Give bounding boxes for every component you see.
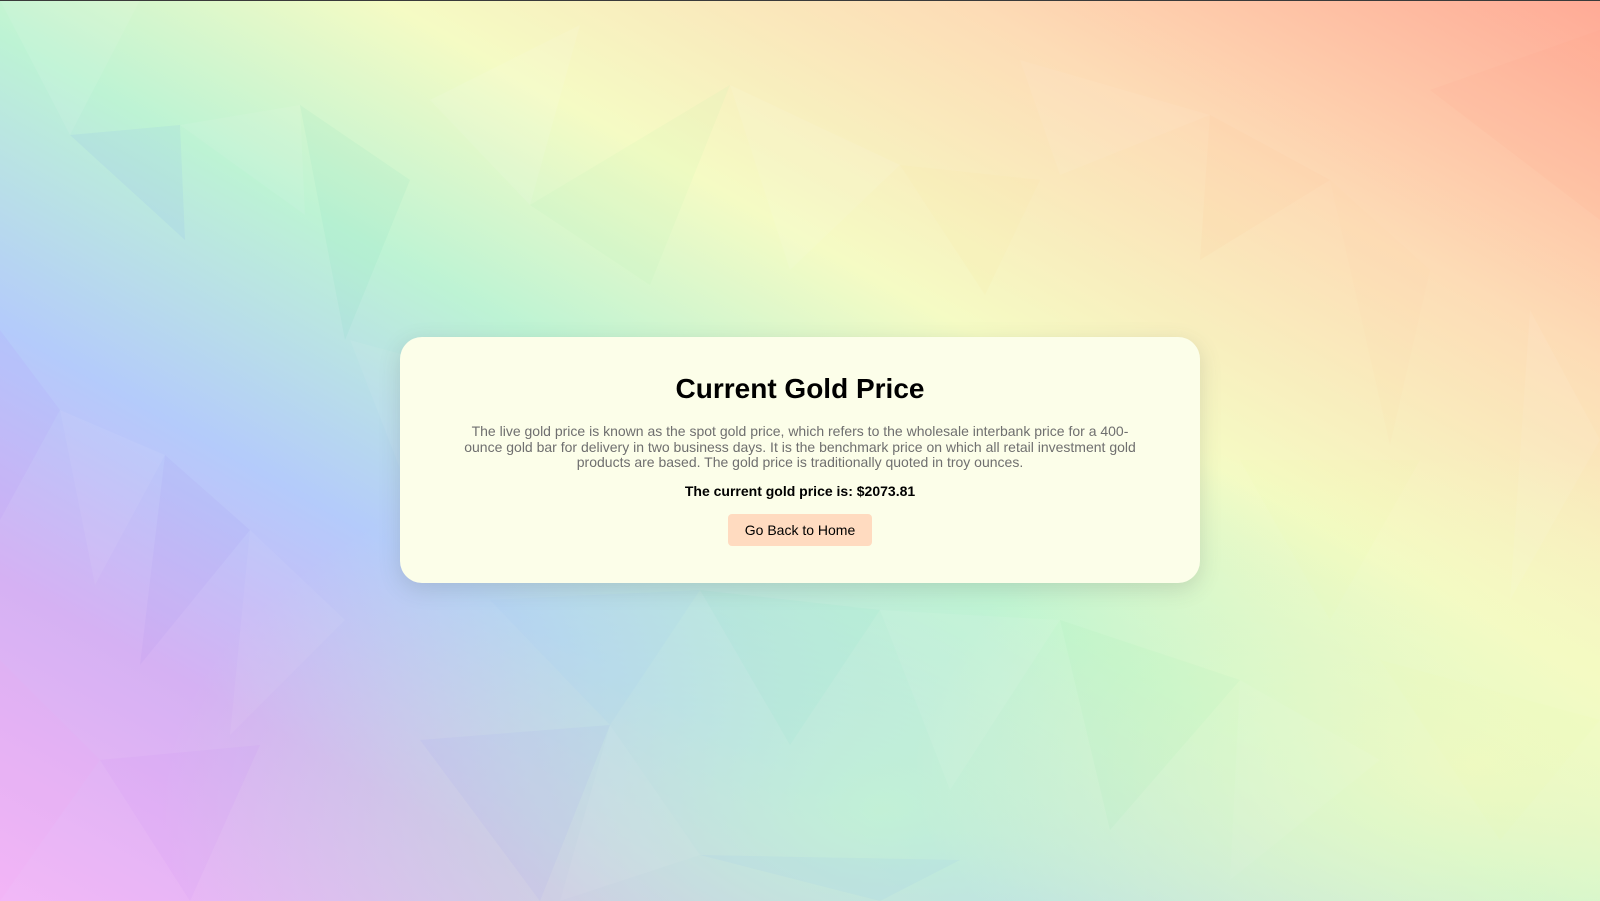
current-gold-price: The current gold price is: $2073.81: [684, 482, 916, 499]
gold-price-description: The live gold price is known as the spot…: [464, 423, 1136, 470]
go-back-home-button[interactable]: Go Back to Home: [727, 513, 873, 546]
gold-price-card: Current Gold Price The live gold price i…: [400, 337, 1200, 583]
page-title: Current Gold Price: [675, 373, 925, 404]
window-top-border: [0, 0, 1600, 1]
